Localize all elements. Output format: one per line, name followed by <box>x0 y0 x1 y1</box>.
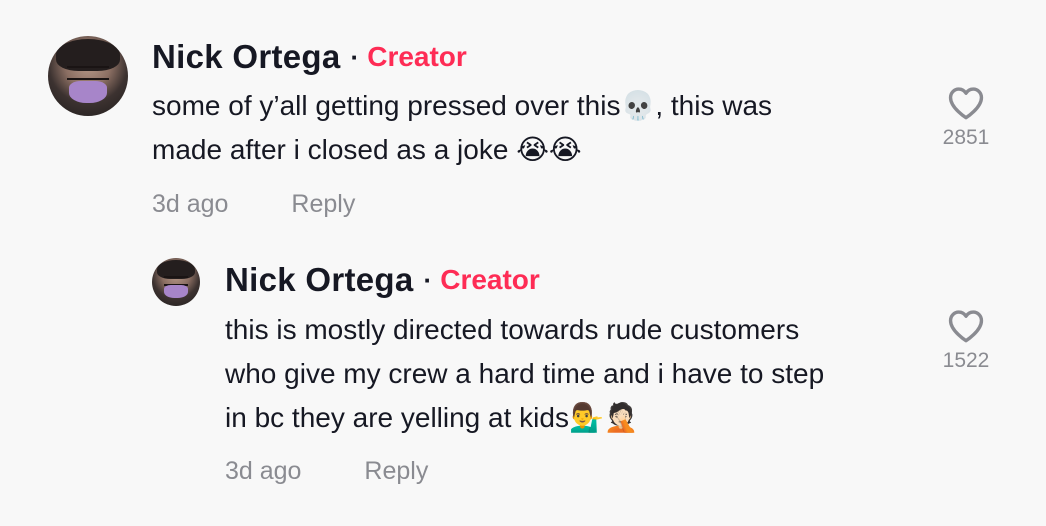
creator-badge: Creator <box>367 41 467 72</box>
heart-outline-icon <box>931 309 1001 343</box>
username[interactable]: Nick Ortega <box>152 38 341 76</box>
separator-dot: · <box>350 41 360 72</box>
avatar-mask <box>164 284 188 299</box>
comment-text: some of y’all getting pressed over this💀… <box>152 84 912 172</box>
comment-meta: 3d ago Reply <box>225 457 428 486</box>
username[interactable]: Nick Ortega <box>225 261 414 299</box>
comment-text-line: in bc they are yelling at kids💁‍♂️🤦🏻 <box>225 402 639 433</box>
like-count: 1522 <box>942 349 990 372</box>
comment-header: Nick Ortega · Creator <box>152 38 467 76</box>
comment-header: Nick Ortega · Creator <box>225 261 540 299</box>
comment-text-line: made after i closed as a joke 😭😭 <box>152 134 582 165</box>
like-button[interactable]: 1522 <box>931 309 1001 373</box>
timestamp: 3d ago <box>225 457 302 485</box>
avatar[interactable] <box>48 36 128 116</box>
separator-dot: · <box>423 264 433 295</box>
comment-text-line: who give my crew a hard time and i have … <box>225 358 825 389</box>
comment-text-line: some of y’all getting pressed over this💀… <box>152 90 773 121</box>
comment-meta: 3d ago Reply <box>152 190 355 219</box>
like-count: 2851 <box>942 126 990 149</box>
avatar-mask <box>68 80 108 104</box>
comment-text-line: this is mostly directed towards rude cus… <box>225 314 800 345</box>
reply-button[interactable]: Reply <box>291 190 355 219</box>
avatar-glasses <box>67 66 109 80</box>
like-button[interactable]: 2851 <box>931 86 1001 150</box>
creator-badge: Creator <box>440 264 540 295</box>
reply-button[interactable]: Reply <box>364 457 428 486</box>
timestamp: 3d ago <box>152 190 229 218</box>
comment-text: this is mostly directed towards rude cus… <box>225 308 925 440</box>
avatar[interactable] <box>152 258 200 306</box>
heart-outline-icon <box>931 86 1001 120</box>
